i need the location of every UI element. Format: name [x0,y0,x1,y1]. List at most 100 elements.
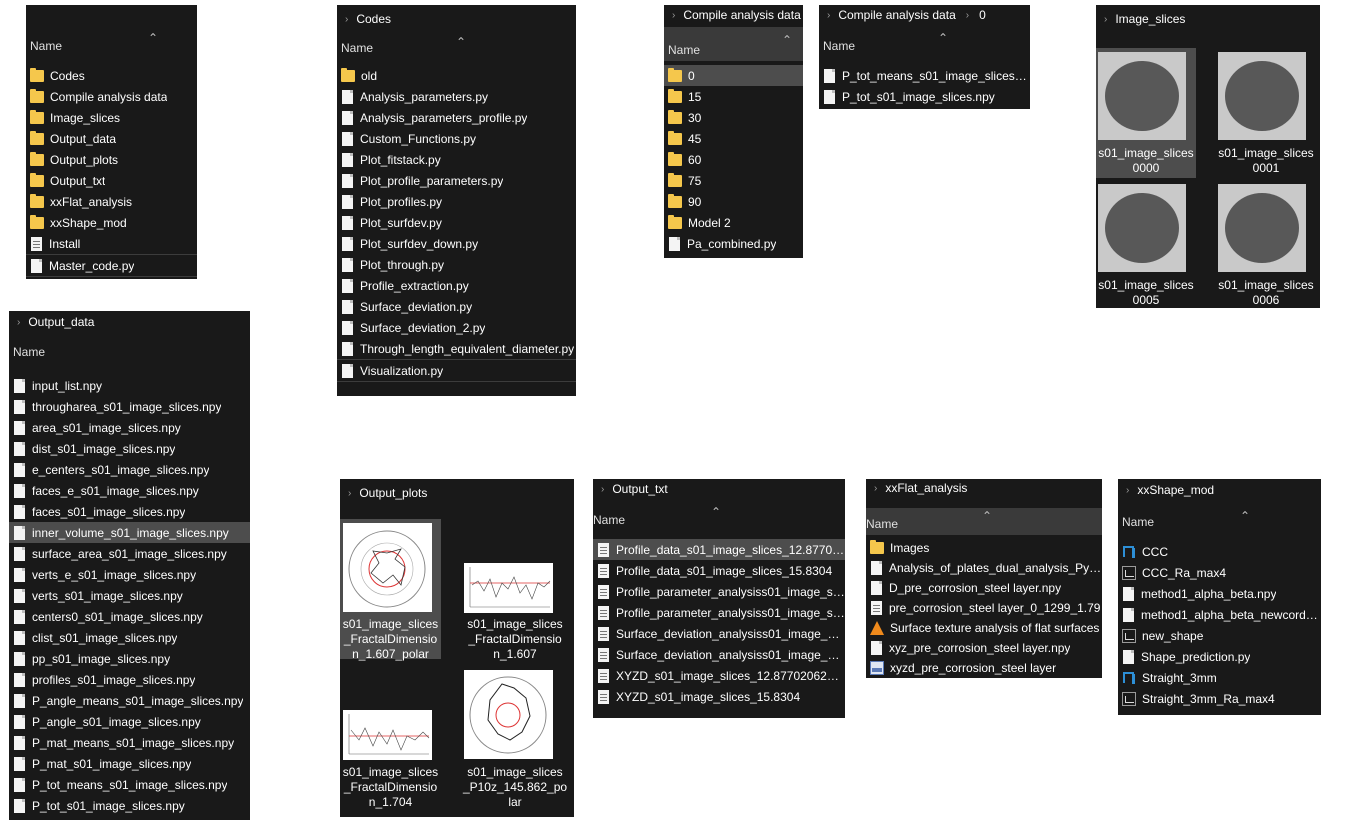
list-item[interactable]: Image_slices [26,107,197,128]
thumbnail-item[interactable]: s01_image_slices _FractalDimensio n_1.607_… [340,519,441,661]
list-item[interactable]: Plot_surfdev_down.py [337,233,576,254]
list-item[interactable]: method1_alpha_beta_newcords.npy [1118,604,1321,625]
list-item[interactable]: xyzd_pre_corrosion_steel layer [866,658,1102,678]
list-item[interactable]: verts_e_s01_image_slices.npy [9,564,250,585]
list-item[interactable]: 15 [664,86,803,107]
chevron-right-icon[interactable]: › [827,10,830,21]
list-item[interactable]: Through_length_equivalent_diameter.py [337,338,576,359]
thumbnail-item[interactable]: s01_image_slices 0006 [1216,180,1316,308]
list-item[interactable]: Shape_prediction.py [1118,646,1321,667]
breadcrumb-item[interactable]: Compile analysis data [838,8,955,22]
list-item[interactable]: Analysis_of_plates_dual_analysis_Python.… [866,558,1102,578]
list-item[interactable]: xxShape_mod [26,212,197,233]
thumbnail-item[interactable]: s01_image_slices _FractalDimensio n_1.704 [340,665,441,813]
breadcrumb-item[interactable]: 0 [979,8,986,22]
chevron-right-icon[interactable]: › [601,484,604,495]
list-item[interactable]: P_mat_s01_image_slices.npy [9,753,250,774]
column-header-name[interactable]: ⌃ Name [337,33,576,59]
list-item[interactable]: method1_alpha_beta.npy [1118,583,1321,604]
chevron-right-icon[interactable]: › [1104,14,1107,25]
list-item[interactable]: Analysis_parameters_profile.py [337,107,576,128]
thumbnail-item[interactable]: s01_image_slices _FractalDimensio n_1.607 [460,519,570,661]
list-item[interactable]: Plot_through.py [337,254,576,275]
list-item[interactable]: Images [866,538,1102,558]
breadcrumb-item[interactable]: Output_txt [612,482,667,496]
list-item[interactable]: Pa_combined.py [664,233,803,254]
list-item[interactable]: P_tot_s01_image_slices.npy [819,86,1030,107]
list-item[interactable]: Master_code.py [26,254,197,277]
list-item[interactable]: inner_volume_s01_image_slices.npy [9,522,250,543]
thumbnail-item[interactable]: s01_image_slices _P10z_145.862_po lar [460,665,570,813]
list-item[interactable]: Surface_deviation.py [337,296,576,317]
thumbnail-item[interactable]: s01_image_slices 0000 [1096,48,1196,178]
list-item[interactable]: 0 [664,65,803,86]
column-header-name[interactable]: ⌃ Name [1118,501,1321,533]
list-item[interactable]: Output_data [26,128,197,149]
breadcrumb-item[interactable]: xxShape_mod [1137,483,1214,497]
column-header-name[interactable]: ⌃ Name [866,508,1102,535]
chevron-right-icon[interactable]: › [1126,485,1129,496]
breadcrumb-item[interactable]: xxFlat_analysis [885,481,967,495]
list-item[interactable]: xyz_pre_corrosion_steel layer.npy [866,638,1102,658]
list-item[interactable]: througharea_s01_image_slices.npy [9,396,250,417]
list-item[interactable]: Surface_deviation_2.py [337,317,576,338]
list-item[interactable]: old [337,65,576,86]
thumbnail-item[interactable]: s01_image_slices 0005 [1096,180,1196,308]
list-item[interactable]: CCC_Ra_max4 [1118,562,1321,583]
list-item[interactable]: 60 [664,149,803,170]
column-header-name[interactable]: ⌃ Name [819,25,1030,57]
chevron-right-icon[interactable]: › [17,317,20,328]
breadcrumb-item[interactable]: Image_slices [1115,12,1185,26]
breadcrumb-item[interactable]: Output_plots [359,486,427,500]
list-item[interactable]: pre_corrosion_steel layer_0_1299_1.79 [866,598,1102,618]
list-item[interactable]: e_centers_s01_image_slices.npy [9,459,250,480]
list-item[interactable]: new_shape [1118,625,1321,646]
list-item[interactable]: CCC [1118,541,1321,562]
list-item[interactable]: area_s01_image_slices.npy [9,417,250,438]
list-item[interactable]: Visualization.py [337,359,576,382]
chevron-right-icon[interactable]: › [345,14,348,25]
list-item[interactable]: xxFlat_analysis [26,191,197,212]
list-item[interactable]: XYZD_s01_image_slices_15.8304 [593,686,845,707]
list-item[interactable]: Install [26,233,197,254]
list-item[interactable]: P_angle_s01_image_slices.npy [9,711,250,732]
column-header-name[interactable]: ⌃ Name [593,499,845,531]
breadcrumb-item[interactable]: Codes [356,12,391,26]
list-item[interactable]: 90 [664,191,803,212]
list-item[interactable]: 45 [664,128,803,149]
breadcrumb-item[interactable]: Output_data [28,315,94,329]
list-item[interactable]: Plot_fitstack.py [337,149,576,170]
list-item[interactable]: verts_s01_image_slices.npy [9,585,250,606]
list-item[interactable]: P_tot_s01_image_slices.npy [9,795,250,816]
column-header-name[interactable]: ⌃ Name [26,5,197,57]
breadcrumb-item[interactable]: Compile analysis data [683,8,800,22]
list-item[interactable]: P_angle_means_s01_image_slices.npy [9,690,250,711]
list-item[interactable]: faces_s01_image_slices.npy [9,501,250,522]
list-item[interactable]: Custom_Functions.py [337,128,576,149]
column-header-name[interactable]: ⌃ Name [664,27,803,61]
list-item[interactable]: P_tot_means_s01_image_slices.npy [9,774,250,795]
list-item[interactable]: P_tot_means_s01_image_slices.npy [819,65,1030,86]
list-item[interactable]: 75 [664,170,803,191]
list-item[interactable]: Plot_profile_parameters.py [337,170,576,191]
list-item[interactable]: Model 2 [664,212,803,233]
list-item[interactable]: surface_area_s01_image_slices.npy [9,543,250,564]
list-item[interactable]: clist_s01_image_slices.npy [9,627,250,648]
list-item[interactable]: XYZD_s01_image_slices_12.8770206284496 [593,665,845,686]
list-item[interactable]: Plot_profiles.py [337,191,576,212]
list-item[interactable]: centers0_s01_image_slices.npy [9,606,250,627]
thumbnail-item[interactable]: s01_image_slices 0001 [1216,48,1316,178]
list-item[interactable]: Output_txt [26,170,197,191]
list-item[interactable]: profiles_s01_image_slices.npy [9,669,250,690]
list-item[interactable]: Straight_3mm_Ra_max4 [1118,688,1321,709]
list-item[interactable]: Surface texture analysis of flat surface… [866,618,1102,638]
list-item[interactable]: Compile analysis data [26,86,197,107]
list-item[interactable]: Surface_deviation_analysiss01_image_slic… [593,623,845,644]
list-item[interactable]: pp_s01_image_slices.npy [9,648,250,669]
list-item[interactable]: Profile_parameter_analysiss01_image_slic… [593,581,845,602]
list-item[interactable]: Codes [26,65,197,86]
list-item[interactable]: Surface_deviation_analysiss01_image_slic… [593,644,845,665]
chevron-right-icon[interactable]: › [348,488,351,499]
list-item[interactable]: Profile_data_s01_image_slices_12.8770206… [593,539,845,560]
list-item[interactable]: Profile_data_s01_image_slices_15.8304 [593,560,845,581]
